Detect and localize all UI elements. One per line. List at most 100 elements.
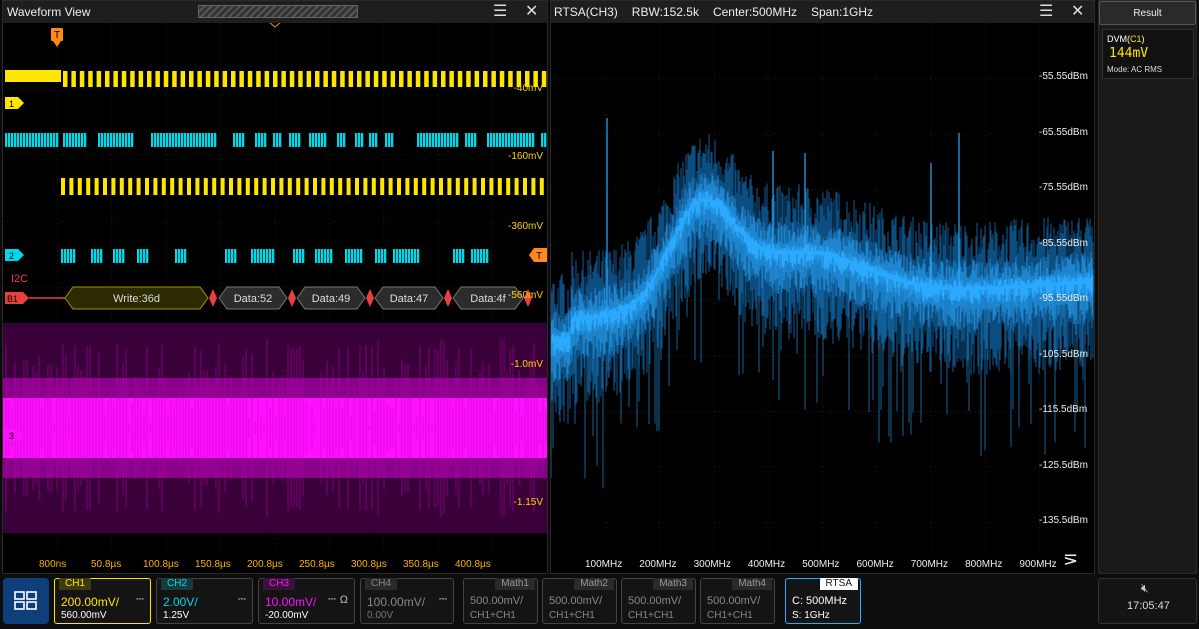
ch1-box[interactable]: CH1 200.00mV/ ⎓ 560.00mV [54, 578, 151, 624]
ch2-tab: CH2 [161, 578, 194, 590]
svg-text:1: 1 [9, 99, 14, 109]
decode-packet[interactable]: Write:36d [64, 286, 209, 310]
math4-tab: Math4 [732, 578, 772, 590]
scroll-indicator[interactable] [198, 5, 358, 18]
ch2-marker[interactable]: 2 [5, 249, 24, 261]
dvm-label: DVM( [1107, 34, 1130, 44]
rtsa-box[interactable]: RTSA C: 500MHz S: 1GHz [785, 578, 861, 624]
rtsa-span-value: S: 1GHz [792, 610, 830, 621]
dc-coupling-icon: ⎓ [136, 594, 144, 605]
math4-box[interactable]: Math4 500.00mV/ CH1+CH1 [700, 578, 775, 624]
ch2-box[interactable]: CH2 2.00V/ ⎓ 1.25V [156, 578, 253, 624]
decode-packet[interactable]: Data:49 [296, 286, 366, 310]
time-tick: 50.8µs [91, 559, 122, 570]
ch1-scale: 200.00mV/ [61, 595, 120, 609]
dvm-label-row: DVM(C1) [1107, 34, 1145, 44]
time-tick: 300.8µs [351, 559, 387, 570]
dvm-value: 144mV [1109, 46, 1149, 61]
menu-icon[interactable]: ☰ [1039, 4, 1053, 20]
time-tick: 350.8µs [403, 559, 439, 570]
freq-tick: 200MHz [639, 559, 677, 570]
db-tick: -55.55dBm [1039, 71, 1088, 82]
rtsa-tab: RTSA [819, 578, 858, 590]
waveform-view-panel[interactable]: Waveform View ☰ ✕ 1 2 3 B1 Write:36d Data:52 D… [2, 0, 548, 574]
rtsa-span: Span:1GHz [811, 5, 874, 19]
math4-scale: 500.00mV/ [707, 595, 761, 607]
svg-text:T: T [536, 251, 542, 262]
rtsa-title: RTSA(CH3) [554, 5, 618, 19]
dvm-channel: C1 [1130, 34, 1142, 44]
collapse-menu-icon[interactable]: ⋝ [1063, 549, 1078, 570]
svg-text:T: T [54, 30, 60, 41]
ch3-box[interactable]: CH3 10.00mV/ ⎓ Ω -20.00mV [258, 578, 355, 624]
result-panel: Result DVM(C1) 144mV Mode: AC RMS [1098, 0, 1197, 574]
ch3-offset: -20.00mV [265, 610, 309, 621]
bus-ack-marker [209, 289, 217, 307]
math2-box[interactable]: Math2 500.00mV/ CH1+CH1 [542, 578, 617, 624]
freq-tick: 100MHz [585, 559, 623, 570]
freq-tick: 900MHz [1019, 559, 1057, 570]
ch4-box[interactable]: CH4 100.00mV/ ⎓ 0.00V [360, 578, 454, 624]
db-tick: -65.55dBm [1039, 126, 1088, 138]
voltage-label: -1.15V [514, 497, 544, 508]
voltage-label: -40mV [514, 83, 544, 94]
waveform-title: Waveform View [7, 5, 91, 19]
time-tick: 100.8µs [143, 559, 179, 570]
decode-packet-label: Data:52 [234, 293, 273, 305]
math3-expr: CH1+CH1 [628, 610, 674, 621]
mute-icon[interactable]: 🔇︎ [1141, 581, 1149, 596]
dvm-widget[interactable]: DVM(C1) 144mV Mode: AC RMS [1102, 29, 1194, 79]
bus-label: I2C [11, 273, 29, 285]
db-tick: -115.5dBm [1039, 404, 1088, 415]
ch1-tab: CH1 [59, 578, 92, 590]
trigger-position-marker[interactable]: T [51, 28, 63, 47]
freq-tick: 700MHz [910, 559, 949, 570]
spectrum-display[interactable] [551, 23, 1094, 574]
math4-expr: CH1+CH1 [707, 610, 753, 621]
math1-scale: 500.00mV/ [470, 595, 524, 607]
time-tick: 400.8µs [455, 559, 491, 570]
ch1-marker[interactable]: 1 [5, 97, 24, 109]
math3-box[interactable]: Math3 500.00mV/ CH1+CH1 [621, 578, 696, 624]
time-tick: 150.8µs [195, 559, 231, 570]
ch1-offset: 560.00mV [61, 610, 107, 621]
voltage-label: -1.0mV [511, 359, 544, 370]
decode-packet-label: Write:36d [113, 293, 160, 305]
status-area[interactable]: 🔇︎ 17:05:47 [1098, 578, 1197, 624]
bus-b1-marker[interactable]: B1 [5, 292, 29, 304]
math1-box[interactable]: Math1 500.00mV/ CH1+CH1 [463, 578, 538, 624]
waveform-display[interactable]: 1 2 3 B1 Write:36d Data:52 Data:49 Data:47 Data:… [3, 23, 547, 574]
db-tick: -95.55dBm [1039, 293, 1088, 304]
ch4-offset: 0.00V [367, 610, 394, 621]
ch4-scale: 100.00mV/ [367, 595, 426, 609]
freq-tick: 800MHz [965, 559, 1003, 570]
math2-scale: 500.00mV/ [549, 595, 603, 607]
decode-packet[interactable]: Data:52 [218, 286, 288, 310]
bus-ack-marker [366, 289, 374, 307]
decode-packet[interactable]: Data:47 [374, 286, 444, 310]
db-tick: -85.55dBm [1039, 237, 1088, 249]
ch2-offset: 1.25V [163, 610, 190, 621]
svg-text:B1: B1 [7, 294, 18, 304]
db-tick: -75.55dBm [1039, 182, 1088, 193]
close-icon[interactable]: ✕ [1071, 4, 1084, 20]
menu-icon[interactable]: ☰ [493, 4, 507, 20]
bus-ack-marker [288, 289, 296, 307]
home-button[interactable] [3, 578, 49, 624]
rtsa-panel[interactable]: RTSA(CH3) RBW:152.5k Center:500MHz Span:… [550, 0, 1095, 574]
oscilloscope-screen: Waveform View ☰ ✕ 1 2 3 B1 Write:36d Data:52 D… [0, 0, 1199, 629]
ch3-tab: CH3 [263, 578, 296, 590]
freq-tick: 500MHz [802, 559, 840, 570]
svg-text:2: 2 [9, 251, 14, 261]
voltage-label: -160mV [508, 151, 543, 162]
close-icon[interactable]: ✕ [525, 4, 538, 20]
decode-packet-label: Data:49 [312, 293, 351, 305]
grid-icon [14, 591, 37, 610]
rtsa-center-value: C: 500MHz [792, 595, 848, 607]
ch2-trace [5, 133, 547, 263]
db-tick: -105.5dBm [1039, 348, 1088, 360]
time-tick: 250.8µs [299, 559, 335, 570]
trigger-level-marker[interactable]: T [529, 248, 547, 262]
bus-ack-marker [444, 289, 452, 307]
math2-tab: Math2 [574, 578, 614, 590]
